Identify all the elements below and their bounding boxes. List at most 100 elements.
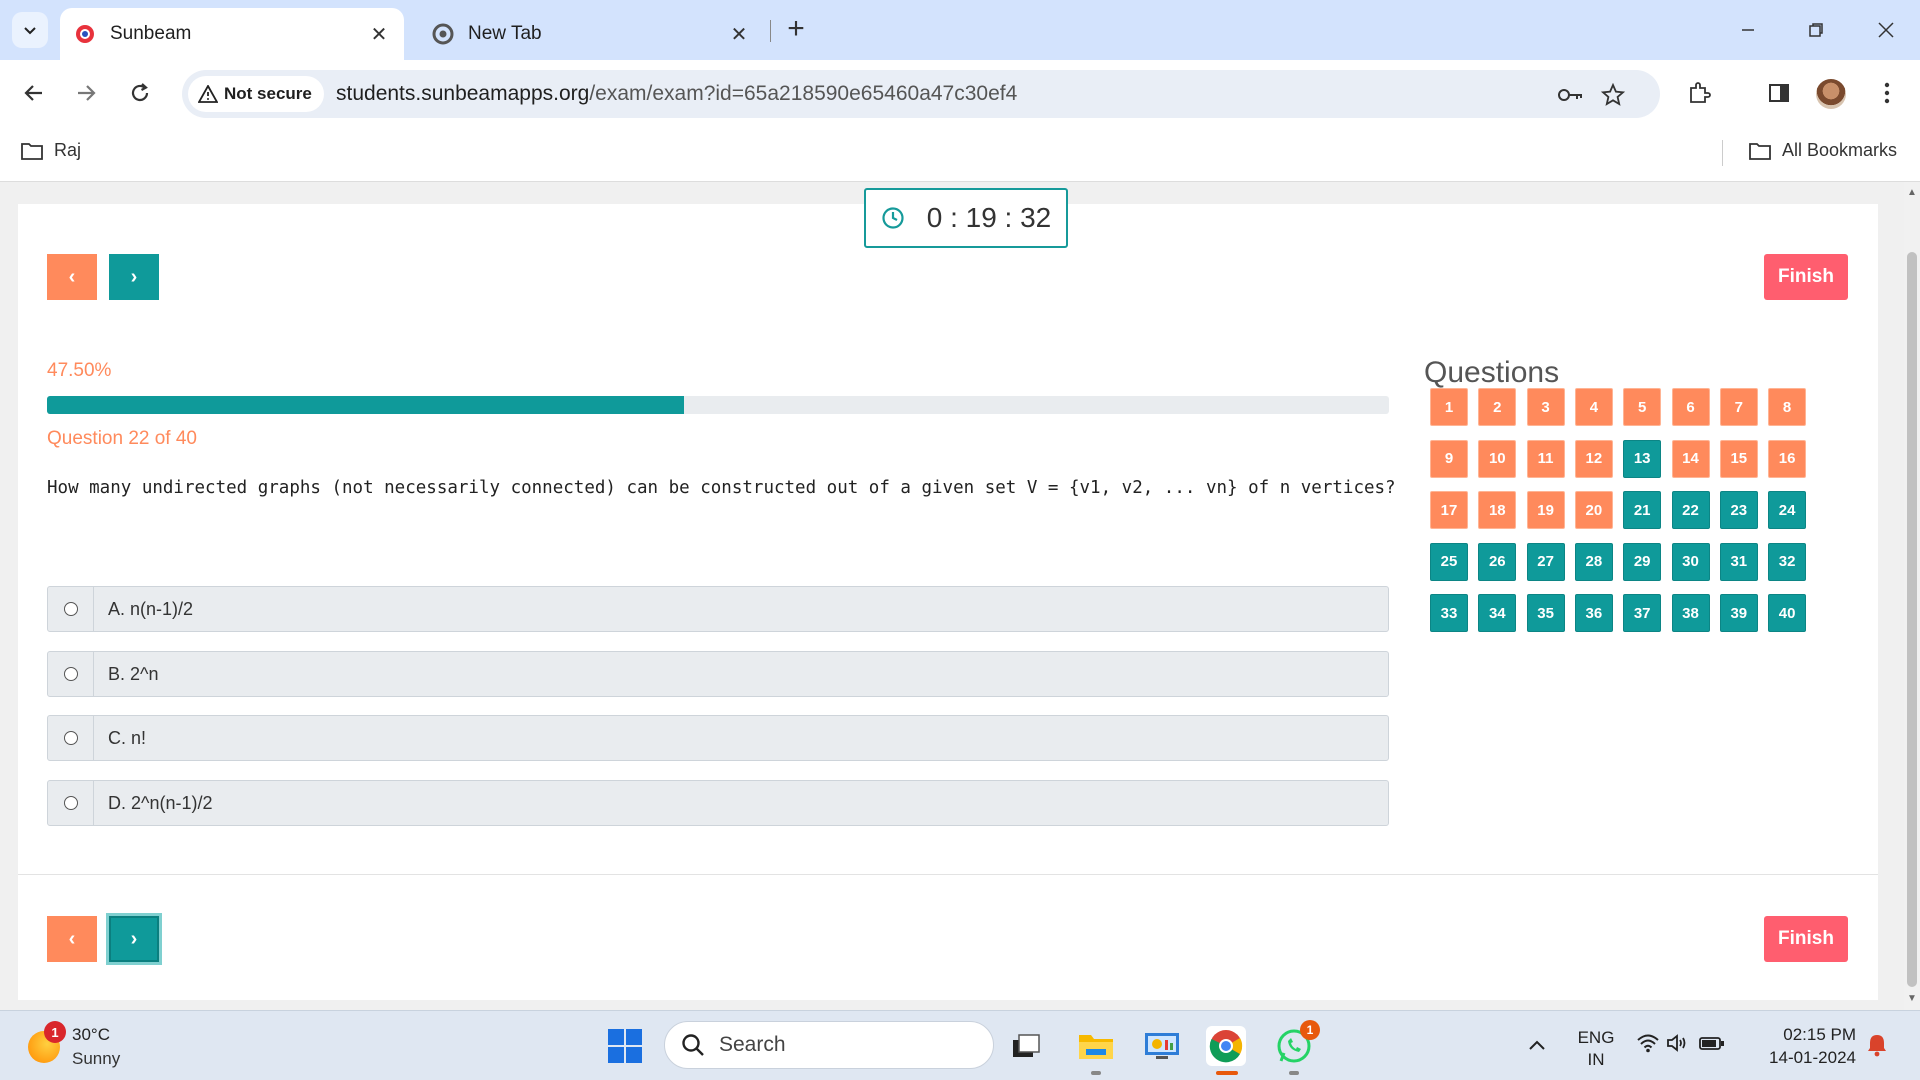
- radio-button[interactable]: [63, 602, 78, 616]
- question-nav-button[interactable]: 22: [1671, 491, 1710, 529]
- taskbar-search[interactable]: Search: [664, 1021, 994, 1069]
- previous-button-bottom[interactable]: ‹: [47, 916, 97, 962]
- question-nav-button[interactable]: 33: [1430, 594, 1468, 632]
- system-tray-status[interactable]: [1636, 1033, 1726, 1053]
- start-button[interactable]: [608, 1029, 642, 1063]
- tab-search-button[interactable]: [12, 12, 48, 48]
- option-d[interactable]: D. 2^n(n-1)/2: [47, 780, 1389, 826]
- question-nav-button[interactable]: 14: [1671, 439, 1710, 478]
- question-nav-button[interactable]: 18: [1478, 491, 1517, 529]
- whatsapp-button[interactable]: 1: [1274, 1020, 1320, 1066]
- new-tab-button[interactable]: +: [780, 14, 812, 46]
- option-label[interactable]: C. n!: [94, 716, 146, 760]
- weather-widget[interactable]: 1 30°C Sunny: [28, 1021, 120, 1071]
- finish-button-top[interactable]: Finish: [1764, 254, 1848, 300]
- language-indicator[interactable]: ENG IN: [1576, 1027, 1616, 1071]
- radio-button[interactable]: [63, 667, 78, 681]
- extensions-button[interactable]: [1682, 76, 1716, 110]
- question-nav-button[interactable]: 1: [1430, 388, 1468, 426]
- question-nav-button[interactable]: 31: [1719, 542, 1758, 581]
- close-window-button[interactable]: [1866, 14, 1906, 46]
- bookmark-star-button[interactable]: [1600, 82, 1626, 108]
- question-nav-button[interactable]: 10: [1478, 439, 1517, 478]
- tab-sunbeam[interactable]: Sunbeam ✕: [60, 8, 404, 60]
- show-hidden-icons-button[interactable]: [1528, 1035, 1546, 1057]
- question-nav-button[interactable]: 17: [1430, 491, 1468, 529]
- question-nav-button[interactable]: 27: [1526, 542, 1565, 581]
- minimize-button[interactable]: [1728, 14, 1768, 46]
- question-nav-button[interactable]: 34: [1478, 594, 1517, 632]
- taskbar-clock[interactable]: 02:15 PM 14-01-2024: [1760, 1023, 1856, 1069]
- option-radio-cell[interactable]: [48, 716, 94, 760]
- option-a[interactable]: A. n(n-1)/2: [47, 586, 1389, 632]
- tab-close-icon[interactable]: ✕: [368, 23, 390, 46]
- address-bar[interactable]: Not secure students.sunbeamapps.org/exam…: [182, 70, 1660, 118]
- side-panel-button[interactable]: [1762, 76, 1796, 110]
- question-nav-button[interactable]: 5: [1623, 388, 1662, 426]
- tab-new-tab[interactable]: New Tab ✕: [418, 8, 764, 60]
- next-button-top[interactable]: ›: [109, 254, 159, 300]
- question-nav-button[interactable]: 13: [1623, 439, 1662, 478]
- question-nav-button[interactable]: 3: [1526, 388, 1565, 426]
- question-nav-button[interactable]: 38: [1671, 594, 1710, 632]
- next-button-bottom[interactable]: ›: [109, 916, 159, 962]
- question-nav-button[interactable]: 26: [1478, 542, 1517, 581]
- question-nav-button[interactable]: 4: [1574, 388, 1613, 426]
- question-nav-button[interactable]: 8: [1768, 388, 1807, 426]
- control-panel-button[interactable]: [1142, 1026, 1182, 1066]
- question-nav-button[interactable]: 7: [1719, 388, 1758, 426]
- question-nav-button[interactable]: 28: [1574, 542, 1613, 581]
- question-nav-button[interactable]: 35: [1526, 594, 1565, 632]
- option-radio-cell[interactable]: [48, 652, 94, 696]
- url-text[interactable]: students.sunbeamapps.org/exam/exam?id=65…: [336, 82, 1017, 106]
- question-nav-button[interactable]: 39: [1719, 594, 1758, 632]
- question-nav-button[interactable]: 2: [1478, 388, 1517, 426]
- radio-button[interactable]: [63, 731, 78, 745]
- question-nav-button[interactable]: 9: [1430, 439, 1468, 478]
- question-nav-button[interactable]: 29: [1623, 542, 1662, 581]
- security-chip[interactable]: Not secure: [188, 76, 324, 112]
- question-nav-button[interactable]: 24: [1768, 491, 1807, 529]
- radio-button[interactable]: [63, 796, 78, 810]
- question-nav-button[interactable]: 25: [1430, 542, 1468, 581]
- back-button[interactable]: [14, 73, 54, 113]
- password-key-button[interactable]: [1558, 82, 1584, 108]
- question-nav-button[interactable]: 20: [1574, 491, 1613, 529]
- question-nav-button[interactable]: 15: [1719, 439, 1758, 478]
- scroll-up-arrow-icon[interactable]: ▲: [1907, 188, 1917, 198]
- option-label[interactable]: D. 2^n(n-1)/2: [94, 781, 212, 825]
- question-nav-button[interactable]: 19: [1526, 491, 1565, 529]
- profile-avatar[interactable]: [1816, 79, 1846, 109]
- reload-button[interactable]: [120, 73, 160, 113]
- tab-close-icon[interactable]: ✕: [728, 23, 750, 46]
- question-nav-button[interactable]: 36: [1574, 594, 1613, 632]
- question-nav-button[interactable]: 40: [1768, 594, 1807, 632]
- previous-button-top[interactable]: ‹: [47, 254, 97, 300]
- option-b[interactable]: B. 2^n: [47, 651, 1389, 697]
- option-label[interactable]: A. n(n-1)/2: [94, 587, 193, 631]
- question-nav-button[interactable]: 37: [1623, 594, 1662, 632]
- browser-menu-button[interactable]: [1870, 76, 1904, 110]
- chrome-taskbar-button[interactable]: [1206, 1026, 1246, 1066]
- finish-button-bottom[interactable]: Finish: [1764, 916, 1848, 962]
- restore-button[interactable]: [1796, 14, 1836, 46]
- question-nav-button[interactable]: 21: [1623, 491, 1662, 529]
- scroll-down-arrow-icon[interactable]: ▼: [1907, 994, 1917, 1004]
- file-explorer-button[interactable]: [1076, 1026, 1116, 1066]
- notifications-button[interactable]: [1866, 1033, 1888, 1063]
- page-scrollbar[interactable]: ▲ ▼: [1904, 182, 1920, 1010]
- question-nav-button[interactable]: 6: [1671, 388, 1710, 426]
- question-nav-button[interactable]: 23: [1719, 491, 1758, 529]
- option-radio-cell[interactable]: [48, 781, 94, 825]
- question-nav-button[interactable]: 32: [1768, 542, 1807, 581]
- scrollbar-thumb[interactable]: [1907, 252, 1917, 987]
- all-bookmarks-button[interactable]: All Bookmarks: [1748, 140, 1897, 161]
- question-nav-button[interactable]: 12: [1574, 439, 1613, 478]
- question-nav-button[interactable]: 30: [1671, 542, 1710, 581]
- bookmark-folder-raj[interactable]: Raj: [20, 140, 81, 161]
- forward-button[interactable]: [66, 73, 106, 113]
- question-nav-button[interactable]: 11: [1526, 439, 1565, 478]
- question-nav-button[interactable]: 16: [1768, 439, 1807, 478]
- option-radio-cell[interactable]: [48, 587, 94, 631]
- option-label[interactable]: B. 2^n: [94, 652, 158, 696]
